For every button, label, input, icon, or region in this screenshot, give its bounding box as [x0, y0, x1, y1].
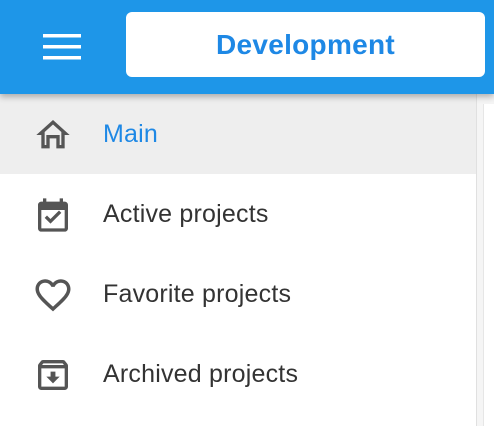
menu-button[interactable]: [30, 26, 94, 68]
nav-item-label: Archived projects: [103, 359, 299, 388]
nav-item-label: Favorite projects: [103, 279, 292, 308]
app-window: Development Main Active projects Favorit…: [0, 0, 494, 426]
nav-item-favorite-projects[interactable]: Favorite projects: [0, 254, 476, 334]
archive-icon: [32, 354, 74, 396]
nav-item-label: Active projects: [103, 199, 269, 228]
calendar-check-icon: [32, 194, 74, 236]
nav-item-archived-projects[interactable]: Archived projects: [0, 334, 476, 414]
hamburger-menu-icon: [43, 34, 81, 60]
top-app-bar: Development: [0, 0, 494, 94]
navigation-drawer: Main Active projects Favorite projects A…: [0, 94, 476, 426]
nav-item-main[interactable]: Main: [0, 94, 476, 174]
heart-icon: [32, 274, 74, 316]
home-icon: [32, 114, 74, 156]
main-content-area: [476, 94, 494, 426]
project-selector-button[interactable]: Development: [126, 12, 485, 77]
nav-item-active-projects[interactable]: Active projects: [0, 174, 476, 254]
project-name: Development: [215, 28, 396, 60]
content-card: [483, 104, 494, 426]
nav-item-label: Main: [103, 119, 158, 148]
